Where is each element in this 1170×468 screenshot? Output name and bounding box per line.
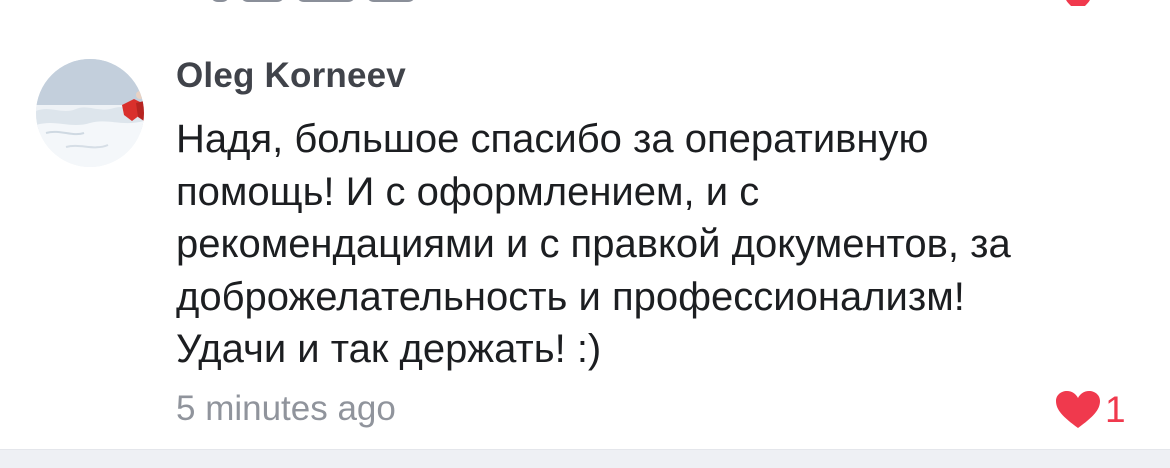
avatar[interactable] — [36, 59, 144, 167]
comment-text-line: помощь! И с оформлением, и с — [176, 169, 760, 214]
comment-text-line: рекомендациями и с правкой документов, з… — [176, 222, 1011, 266]
comment-text-line: доброжелательность и профессионализм! — [176, 274, 965, 319]
comment-author-name[interactable]: Oleg Korneev — [176, 56, 406, 96]
comment-text: Надя, большое спасибо за оперативную пом… — [176, 113, 1076, 376]
reaction-count: 1 — [1105, 389, 1126, 430]
comments-page: Oleg Korneev Надя, большое спасибо за оп… — [0, 0, 1170, 468]
reaction-button[interactable]: 1 — [1055, 389, 1126, 431]
comment-timestamp[interactable]: 5 minutes ago — [176, 389, 396, 429]
comment-item: Oleg Korneev Надя, большое спасибо за оп… — [0, 0, 1170, 450]
comment-text-line: Удачи и так держать! :) — [176, 327, 602, 371]
heart-icon — [1056, 391, 1100, 428]
section-divider — [0, 449, 1170, 468]
comment-text-line: Надя, большое спасибо за оперативную — [176, 117, 929, 161]
